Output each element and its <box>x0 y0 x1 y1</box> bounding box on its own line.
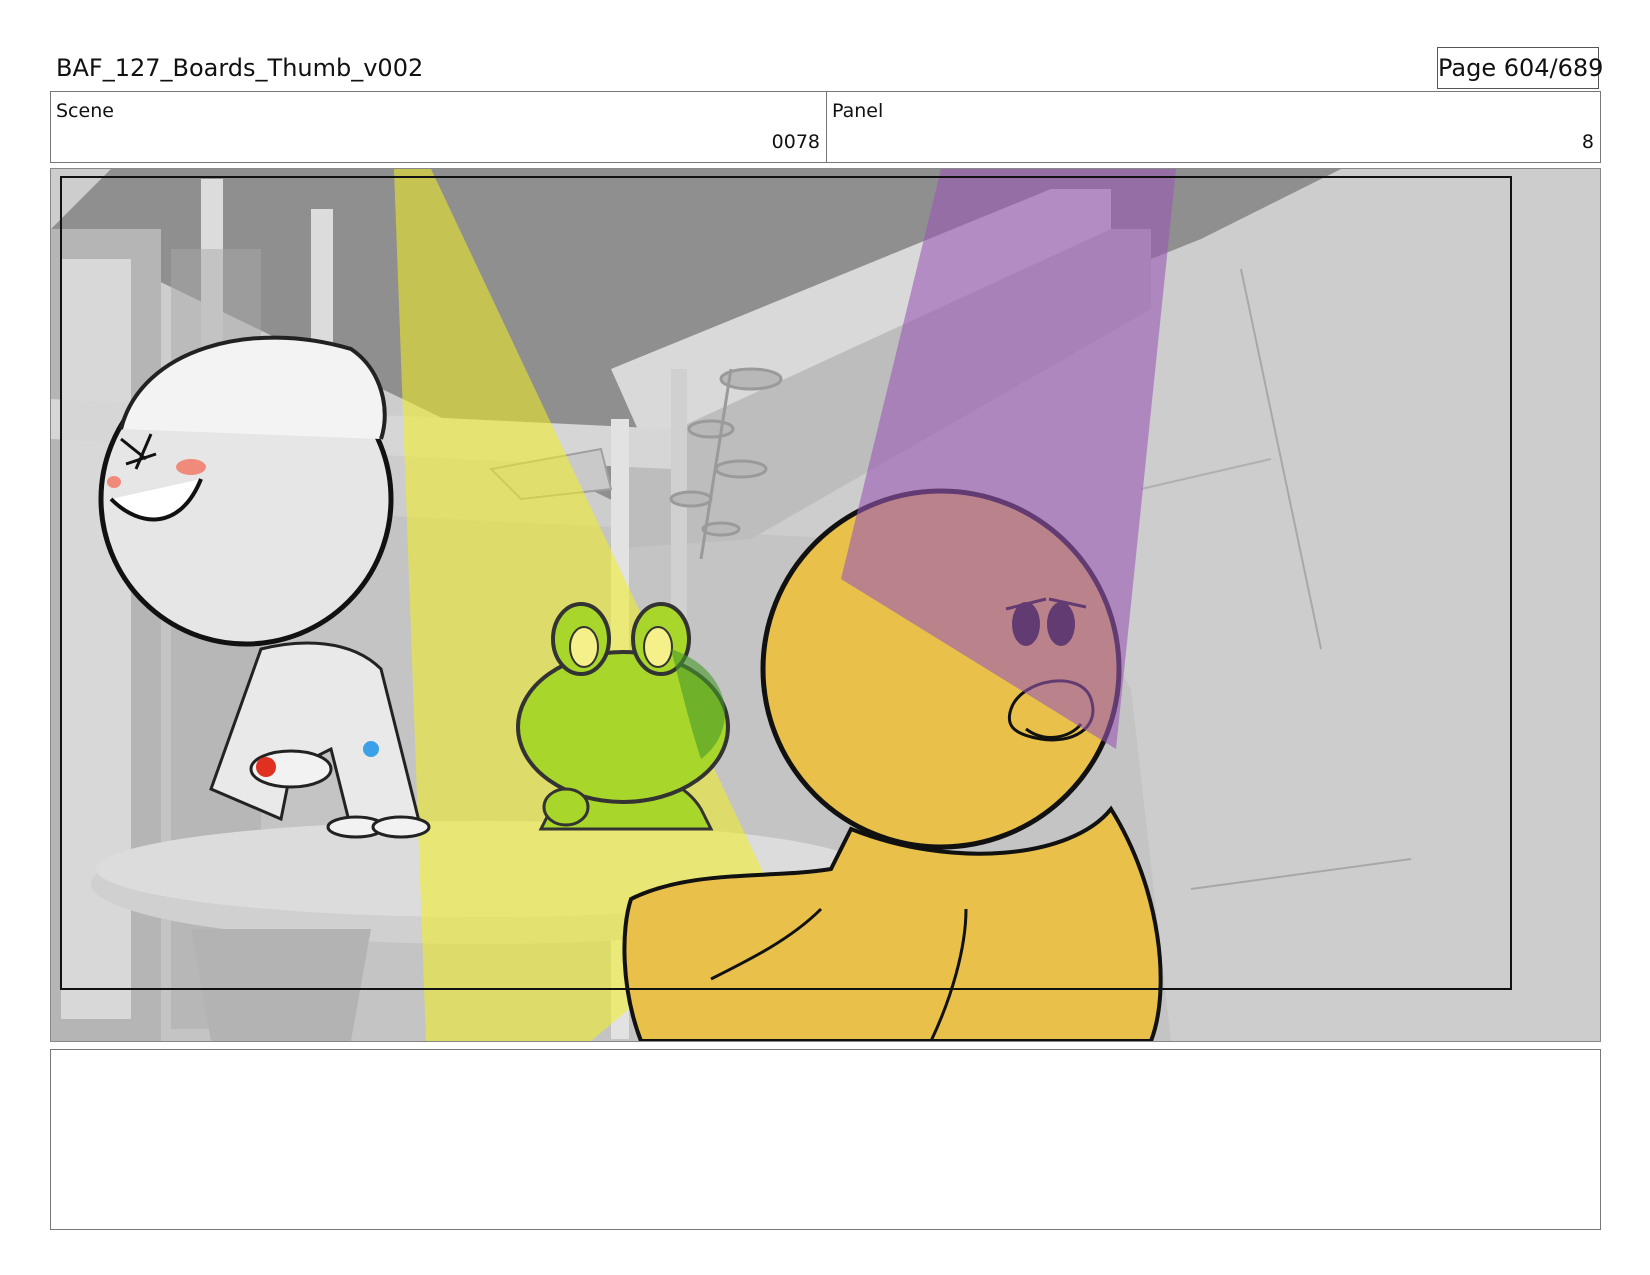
panel-label: Panel <box>832 100 884 122</box>
panel-number: 8 <box>1581 131 1594 153</box>
panel-image-frame <box>50 168 1601 1042</box>
panel-notes-box <box>50 1049 1601 1230</box>
scene-number: 0078 <box>771 131 820 153</box>
document-title: BAF_127_Boards_Thumb_v002 <box>56 54 424 82</box>
scene-label: Scene <box>56 100 114 122</box>
scene-cell: Scene 0078 <box>51 92 827 162</box>
storyboard-panel-drawing <box>51 169 1600 1041</box>
panel-cell: Panel 8 <box>827 92 1600 162</box>
page-number-box: Page 604/689 <box>1437 47 1603 89</box>
storyboard-page: BAF_127_Boards_Thumb_v002 Page 604/689 S… <box>0 0 1650 1275</box>
scene-panel-info-row: Scene 0078 Panel 8 <box>50 91 1601 163</box>
